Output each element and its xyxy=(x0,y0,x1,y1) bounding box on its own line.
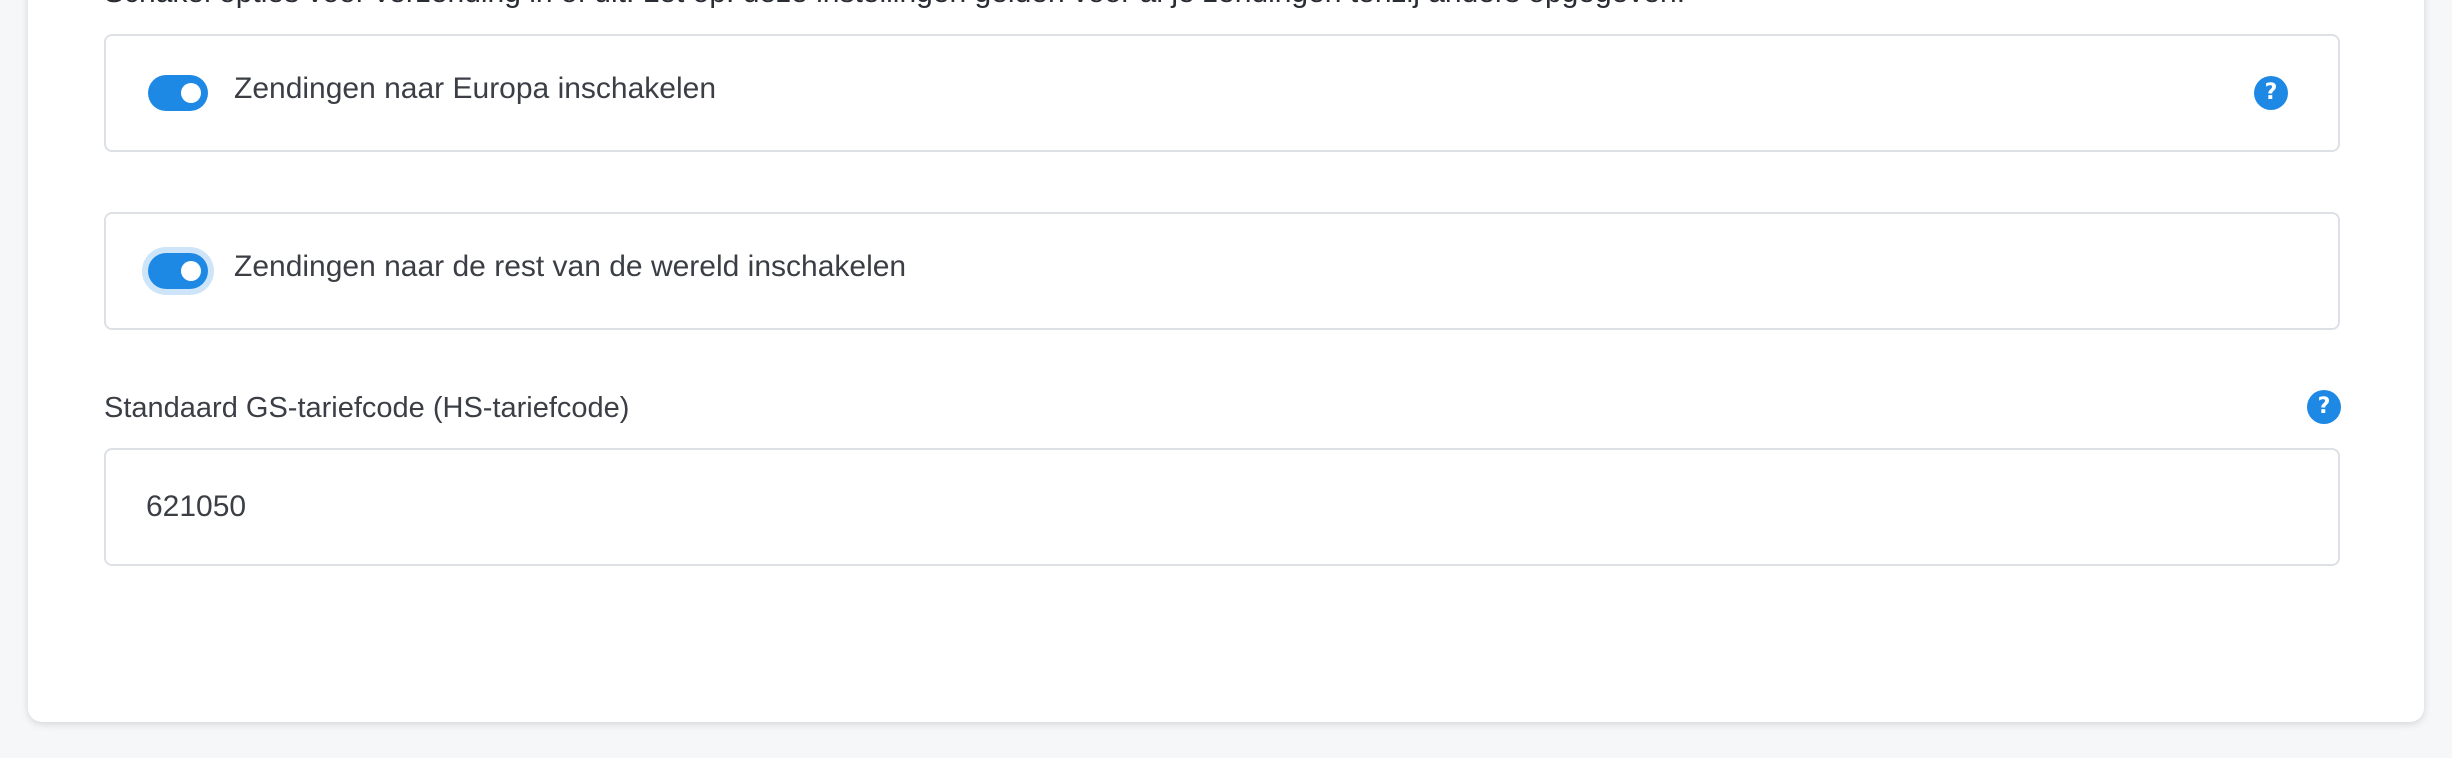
world-shipping-toggle[interactable] xyxy=(148,253,208,289)
world-shipping-label: Zendingen naar de rest van de wereld ins… xyxy=(234,250,907,283)
tariff-code-input[interactable] xyxy=(104,448,2340,566)
toggle-row-world: Zendingen naar de rest van de wereld ins… xyxy=(104,212,2340,330)
toggle-knob xyxy=(181,83,201,103)
toggle-row-europe: Zendingen naar Europa inschakelen ? xyxy=(104,34,2340,152)
question-icon[interactable]: ? xyxy=(2307,390,2341,424)
question-icon[interactable]: ? xyxy=(2254,76,2288,110)
europe-shipping-toggle[interactable] xyxy=(148,75,208,111)
tariff-code-label: Standaard GS-tariefcode (HS-tariefcode) xyxy=(104,392,630,424)
toggle-knob xyxy=(181,261,201,281)
section-intro-text: Schakel opties voor verzending in of uit… xyxy=(104,0,1685,10)
europe-shipping-label: Zendingen naar Europa inschakelen xyxy=(234,72,717,105)
